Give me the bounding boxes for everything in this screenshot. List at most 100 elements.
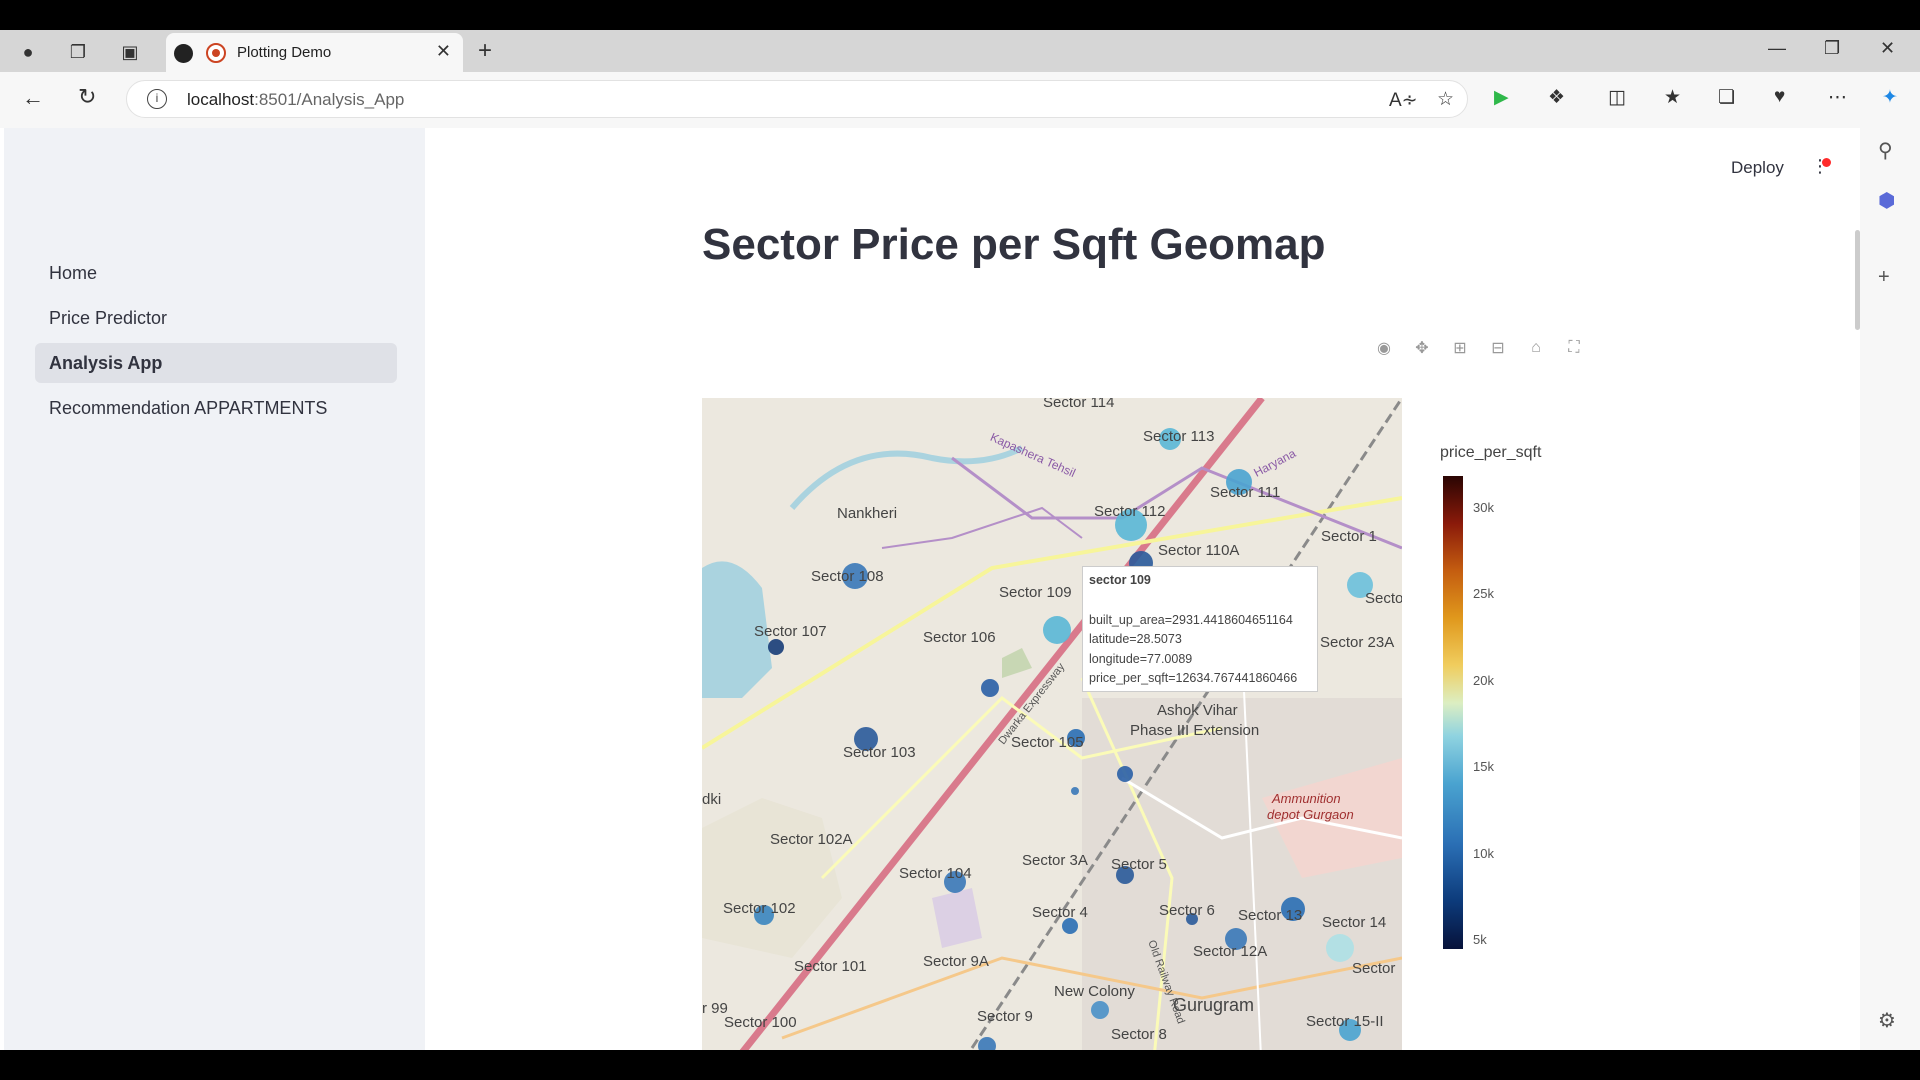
map-label: Sector 101 (794, 958, 867, 975)
page-title: Sector Price per Sqft Geomap (702, 220, 1326, 269)
tooltip-price: price_per_sqft=12634.767441860466 (1089, 671, 1298, 685)
extension-play-icon[interactable]: ▶ (1494, 86, 1509, 109)
map-label: Sector 102A (770, 831, 853, 848)
extensions-icon[interactable]: ❖ (1548, 86, 1565, 109)
address-bar[interactable]: i localhost:8501/Analysis_App A​∻ ☆ (126, 80, 1468, 118)
plot-modebar: ◉ ✥ ⊞ ⊟ ⌂ ⛶ (1370, 336, 1588, 360)
sidebar-item-price-predictor[interactable]: Price Predictor (35, 298, 397, 338)
recording-icon (206, 43, 226, 63)
restore-icon[interactable]: ❐ (1824, 38, 1840, 59)
map-label: Sector 112 (1094, 503, 1166, 520)
sidebar: Home Price Predictor Analysis App Recomm… (4, 128, 425, 1050)
tooltip-title: sector 109 (1089, 573, 1151, 587)
tab-strip: ● ❐ ▣ Plotting Demo ✕ + — ❐ ✕ (0, 30, 1920, 72)
map-label: Phase III Extension (1130, 722, 1260, 739)
map-label: Sector 23A (1320, 634, 1395, 651)
copilot-icon[interactable]: ✦ (1882, 86, 1898, 109)
map-label: Sector 12A (1193, 943, 1268, 960)
colorbar-tick: 15k (1473, 759, 1494, 774)
url-path: :8501/Analysis_App (254, 90, 405, 109)
map-label: Ammunition (1272, 791, 1341, 806)
sidebar-item-recommendation[interactable]: Recommendation APPARTMENTS (35, 388, 397, 428)
map-label: Sector 102 (723, 900, 796, 917)
map-label: Sector 107 (754, 623, 827, 640)
main-content: Deploy ⋮ Sector Price per Sqft Geomap ◉ … (425, 128, 1860, 1050)
profile-icon[interactable]: ● (14, 38, 42, 66)
hover-tooltip: sector 109 built_up_area=2931.4418604651… (1082, 566, 1318, 692)
favorites-icon[interactable]: ★ (1664, 86, 1681, 109)
close-window-icon[interactable]: ✕ (1880, 38, 1895, 59)
back-icon[interactable]: ← (22, 85, 44, 111)
url-host: localhost (187, 90, 255, 109)
map-label: Sector 5 (1111, 856, 1167, 873)
map-label: Sector 113 (1143, 428, 1215, 445)
reset-home-icon[interactable]: ⌂ (1522, 336, 1550, 360)
map-label: Sector 110A (1158, 542, 1240, 559)
split-screen-icon[interactable]: ◫ (1608, 86, 1626, 109)
site-info-icon[interactable]: i (147, 89, 167, 109)
minimize-icon[interactable]: — (1768, 38, 1786, 59)
read-aloud-icon[interactable]: A​∻ (1389, 89, 1418, 112)
tooltip-longitude: longitude=77.0089 (1089, 651, 1193, 666)
map-label: Sector 100 (724, 1014, 797, 1031)
map-label: Sector 111 (1210, 484, 1281, 501)
fullscreen-icon[interactable]: ⛶ (1560, 336, 1588, 360)
zoom-in-icon[interactable]: ⊞ (1446, 336, 1474, 360)
close-tab-icon[interactable]: ✕ (436, 41, 451, 62)
colorbar-title: price_per_sqft (1440, 444, 1542, 461)
geomap[interactable]: Sector 114 Sector 113 Sector 111 Sector … (702, 398, 1402, 1050)
favicon-icon (174, 44, 193, 63)
tab-plotting-demo[interactable]: Plotting Demo ✕ (166, 33, 463, 72)
pan-icon[interactable]: ✥ (1408, 336, 1436, 360)
map-label: Sector 4 (1032, 904, 1088, 921)
office-icon[interactable]: ⬢ (1878, 188, 1895, 213)
browser-window: ● ❐ ▣ Plotting Demo ✕ + — ❐ ✕ ← ↻ i loca… (0, 30, 1920, 1050)
colorbar-tick: 10k (1473, 846, 1494, 861)
map-label: Sector 3A (1022, 852, 1088, 869)
sidebar-item-analysis-app[interactable]: Analysis App (35, 343, 397, 383)
map-label: Sector 109 (999, 584, 1072, 601)
map-label: Gurugram (1173, 995, 1255, 1015)
map-label: Sector 106 (923, 629, 996, 646)
camera-icon[interactable]: ◉ (1370, 336, 1398, 360)
map-label: Sector 13 (1238, 907, 1303, 924)
browser-essentials-icon[interactable]: ♥ (1774, 86, 1785, 108)
tab-title: Plotting Demo (237, 44, 332, 61)
reload-icon[interactable]: ↻ (78, 84, 96, 110)
map-label: Sector 1 (1321, 528, 1377, 545)
favorite-star-icon[interactable]: ☆ (1437, 88, 1454, 111)
zoom-out-icon[interactable]: ⊟ (1484, 336, 1512, 360)
map-label: Sector 9A (923, 953, 989, 970)
tooltip-built-up-area: built_up_area=2931.4418604651164 (1089, 612, 1293, 627)
status-indicator (1822, 158, 1831, 167)
new-tab-icon[interactable]: + (478, 37, 492, 65)
map-label: Sector 6 (1159, 902, 1215, 919)
map-label: Sector 105 (1011, 734, 1084, 751)
map-label: Secto (1365, 590, 1402, 607)
add-icon[interactable]: + (1878, 266, 1890, 289)
map-label: Sector 8 (1111, 1026, 1167, 1043)
map-label: Sector 9 (977, 1008, 1033, 1025)
colorbar-tick: 20k (1473, 673, 1494, 688)
collections-icon[interactable]: ❏ (1718, 86, 1735, 109)
map-label: Sector (1352, 960, 1396, 977)
map-label: Ashok Vihar (1157, 702, 1238, 719)
deploy-button[interactable]: Deploy (1731, 158, 1784, 178)
sidebar-item-home[interactable]: Home (35, 253, 397, 293)
colorbar-tick: 30k (1473, 500, 1494, 515)
map-label: Nankheri (837, 505, 898, 522)
map-label: r 99 (702, 1000, 728, 1017)
map-label: Sector 108 (811, 568, 884, 585)
more-options-icon[interactable]: ⋯ (1828, 86, 1847, 109)
map-label: dki (702, 791, 722, 808)
url-text[interactable]: localhost:8501/Analysis_App (187, 90, 404, 110)
colorbar-tick: 25k (1473, 586, 1494, 601)
map-tiles (702, 398, 1402, 1050)
settings-gear-icon[interactable]: ⚙ (1878, 1008, 1896, 1033)
colorbar-tick: 5k (1473, 932, 1487, 947)
map-label: Sector 103 (843, 744, 916, 761)
search-icon[interactable]: ⚲ (1878, 138, 1893, 163)
workspaces-icon[interactable]: ❐ (64, 38, 92, 66)
tab-actions-icon[interactable]: ▣ (116, 38, 144, 66)
map-label: Sector 104 (899, 865, 972, 882)
